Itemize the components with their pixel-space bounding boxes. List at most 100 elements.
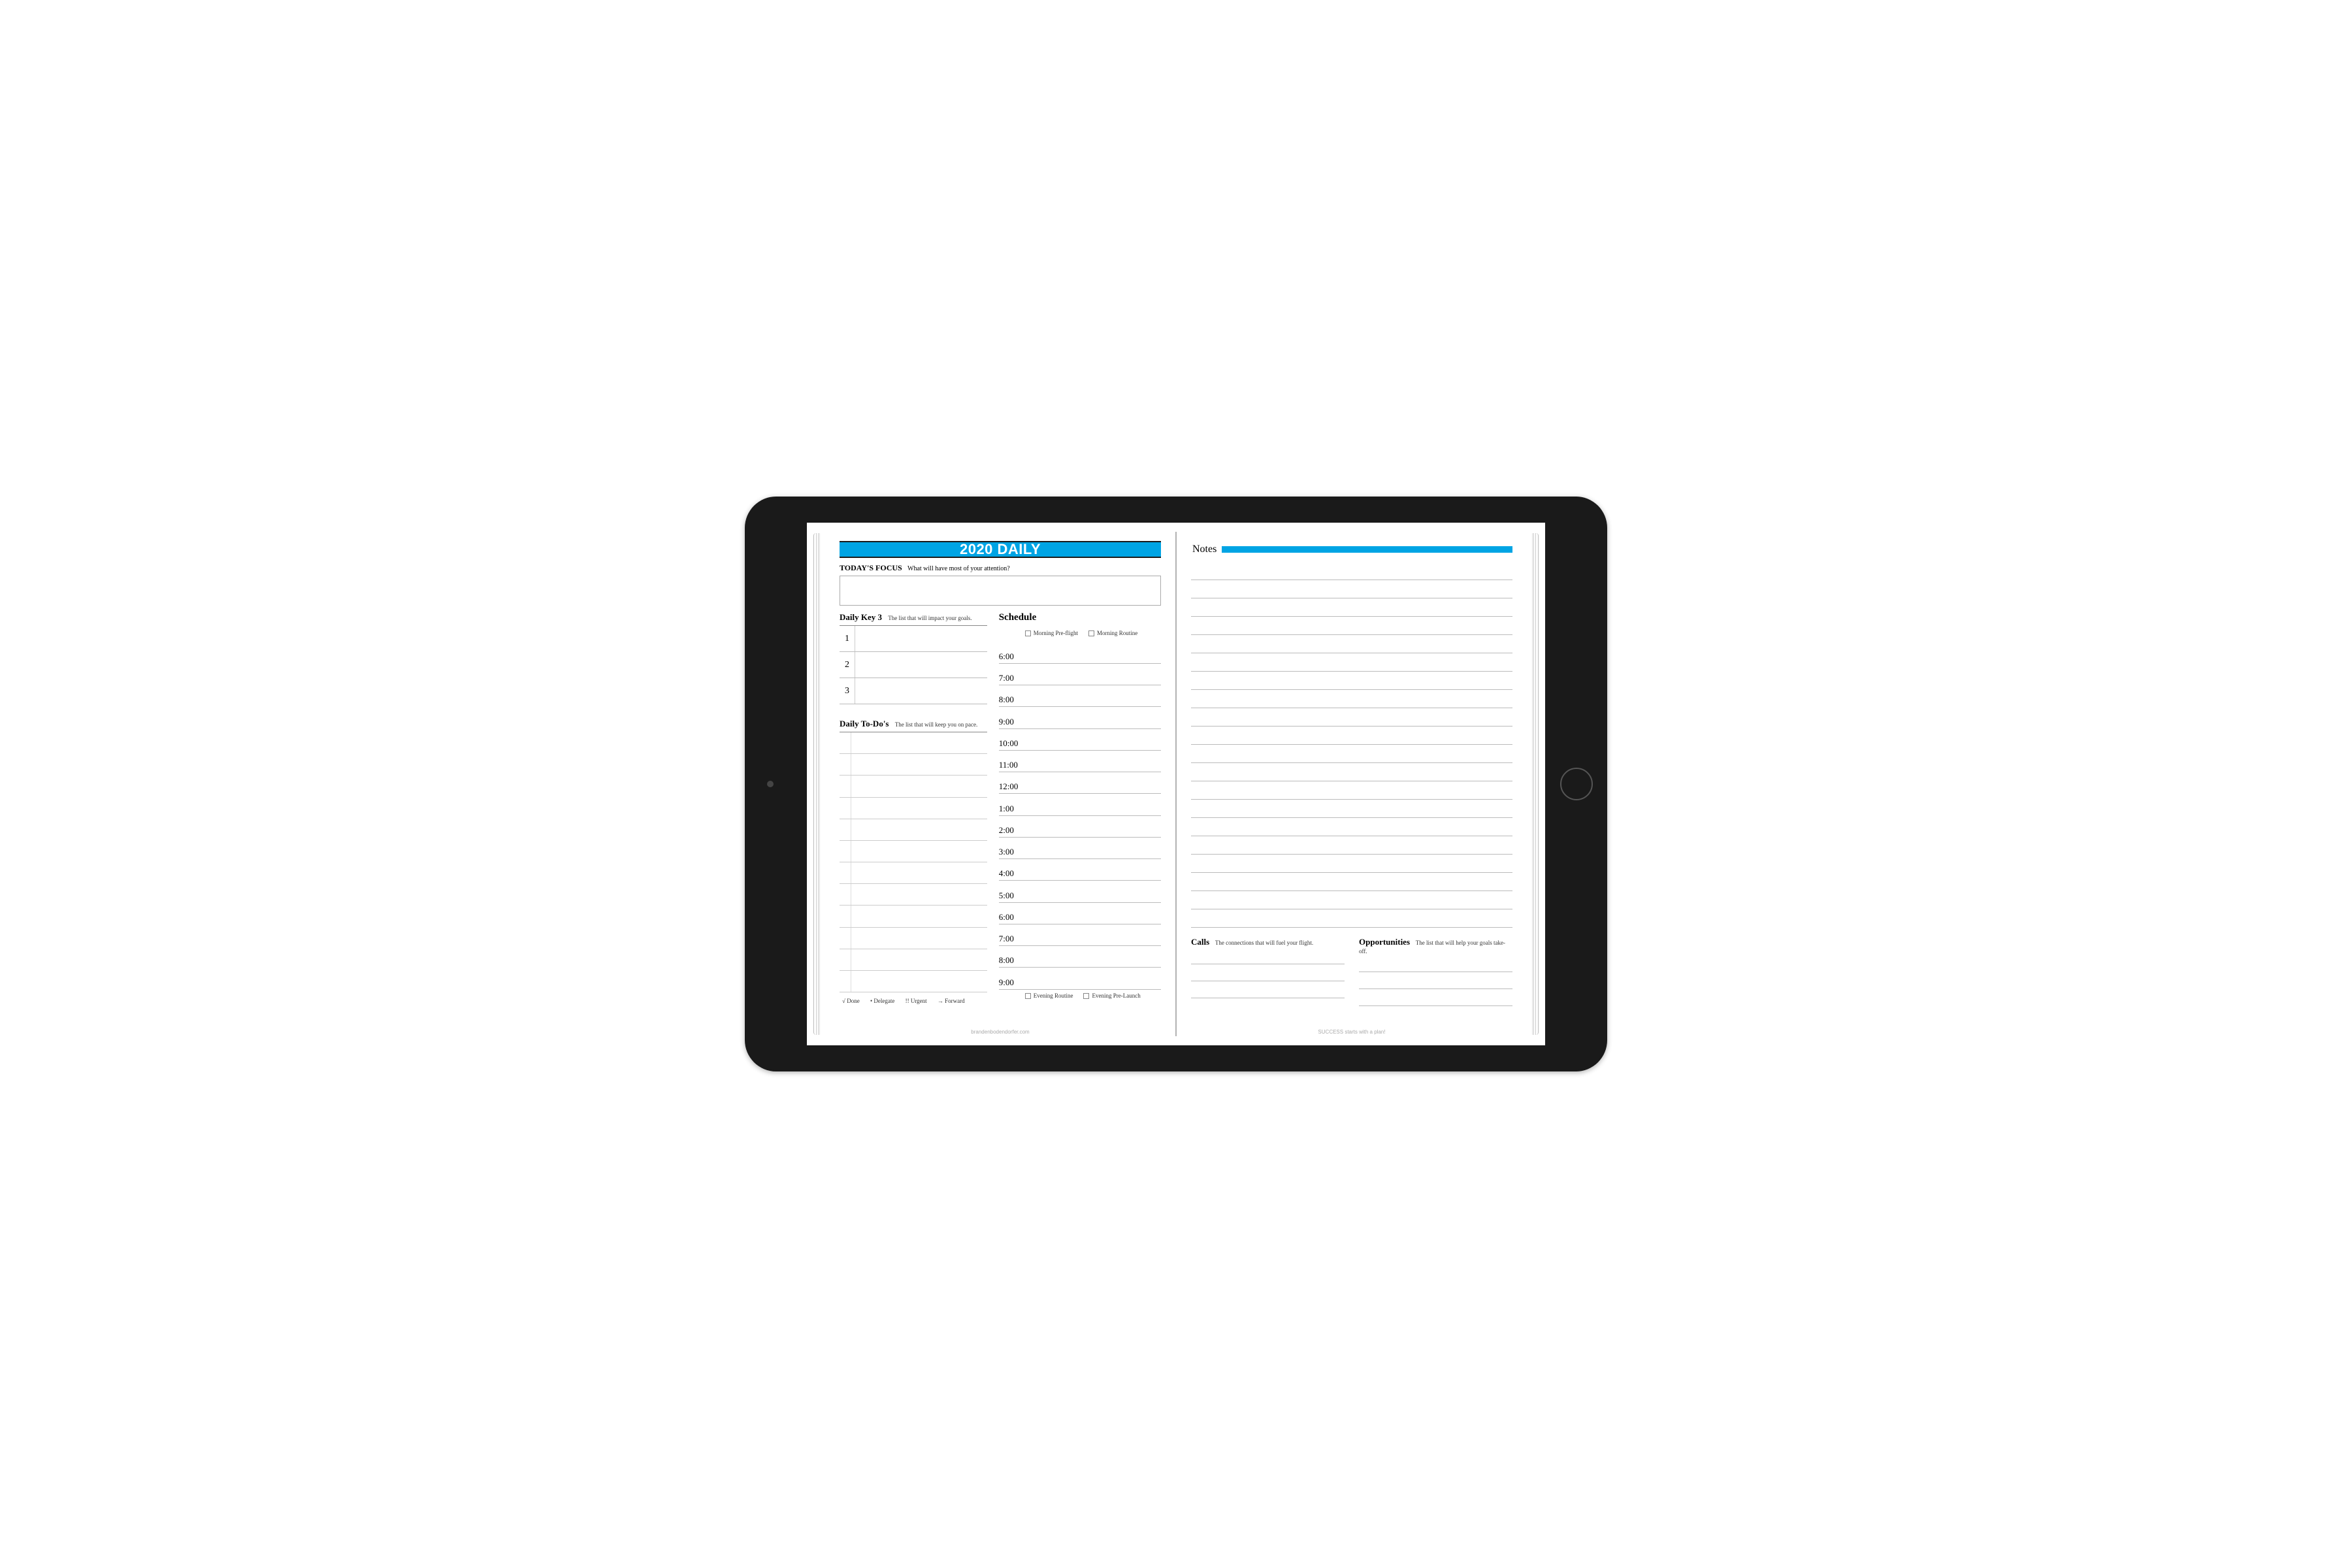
todo-row[interactable] — [840, 798, 987, 819]
todo-row[interactable] — [840, 862, 987, 884]
schedule-row[interactable]: 7:00 — [999, 924, 1161, 946]
opps-line[interactable] — [1359, 955, 1512, 972]
schedule-row[interactable]: 5:00 — [999, 881, 1161, 902]
todo-row[interactable] — [840, 928, 987, 949]
schedule-row[interactable]: 3:00 — [999, 838, 1161, 859]
note-line[interactable] — [1191, 800, 1512, 818]
todo-mark-cell[interactable] — [840, 906, 851, 926]
key3-row[interactable]: 2 — [840, 652, 987, 678]
note-line[interactable] — [1191, 727, 1512, 745]
note-line[interactable] — [1191, 653, 1512, 672]
checkbox-icon[interactable] — [1025, 993, 1031, 999]
schedule-row[interactable]: 8:00 — [999, 946, 1161, 968]
schedule-row[interactable]: 8:00 — [999, 685, 1161, 707]
todo-row[interactable] — [840, 906, 987, 927]
schedule-row[interactable]: 6:00 — [999, 903, 1161, 924]
opps-line[interactable] — [1359, 972, 1512, 989]
calls-line[interactable] — [1191, 981, 1345, 998]
key3-number: 1 — [840, 626, 855, 651]
footer-right: SUCCESS starts with a plan! — [1177, 1029, 1527, 1035]
todo-row[interactable] — [840, 841, 987, 862]
todo-row[interactable] — [840, 819, 987, 841]
note-lines[interactable] — [1191, 562, 1512, 928]
schedule-row[interactable]: 9:00 — [999, 968, 1161, 989]
page-stack-right — [1532, 533, 1539, 1035]
footer-left: brandenbodendorfer.com — [825, 1029, 1175, 1035]
checkbox-icon[interactable] — [1025, 630, 1031, 636]
todo-mark-cell[interactable] — [840, 798, 851, 819]
legend-done: √ Done — [842, 998, 860, 1004]
todo-mark-cell[interactable] — [840, 884, 851, 905]
note-line[interactable] — [1191, 836, 1512, 855]
todo-mark-cell[interactable] — [840, 732, 851, 753]
page-right: Notes Calls The connections that will fu… — [1177, 532, 1527, 1036]
note-line[interactable] — [1191, 562, 1512, 580]
calls-label: Calls — [1191, 937, 1209, 947]
note-line[interactable] — [1191, 617, 1512, 635]
todo-mark-cell[interactable] — [840, 949, 851, 970]
schedule-top-checkbox[interactable]: Morning Pre-flight — [1025, 630, 1078, 636]
todo-sub: The list that will keep you on pace. — [895, 721, 977, 728]
key3-row[interactable]: 3 — [840, 678, 987, 704]
note-line[interactable] — [1191, 909, 1512, 928]
todo-mark-cell[interactable] — [840, 754, 851, 775]
note-line[interactable] — [1191, 818, 1512, 836]
opps-line[interactable] — [1359, 989, 1512, 1006]
todo-row[interactable] — [840, 949, 987, 971]
key3-row[interactable]: 1 — [840, 626, 987, 652]
todo-mark-cell[interactable] — [840, 819, 851, 840]
calls-section: Calls The connections that will fuel you… — [1191, 937, 1345, 1006]
todo-mark-cell[interactable] — [840, 928, 851, 949]
schedule-row[interactable]: 6:00 — [999, 642, 1161, 663]
schedule-top-checkbox[interactable]: Morning Routine — [1088, 630, 1137, 636]
focus-input-box[interactable] — [840, 576, 1161, 606]
schedule-row[interactable]: 2:00 — [999, 816, 1161, 838]
schedule-row[interactable]: 1:00 — [999, 794, 1161, 815]
note-line[interactable] — [1191, 873, 1512, 891]
todo-row[interactable] — [840, 776, 987, 797]
schedule-row[interactable]: 10:00 — [999, 729, 1161, 751]
note-line[interactable] — [1191, 708, 1512, 727]
calls-line[interactable] — [1191, 947, 1345, 964]
todo-mark-cell[interactable] — [840, 841, 851, 862]
schedule-row[interactable]: 12:00 — [999, 772, 1161, 794]
daily-title-bar: 2020 DAILY — [840, 541, 1161, 558]
screen: 2020 DAILY TODAY'S FOCUS What will have … — [807, 523, 1545, 1045]
schedule-bottom-checkbox[interactable]: Evening Pre-Launch — [1083, 992, 1140, 999]
note-line[interactable] — [1191, 690, 1512, 708]
todo-mark-cell[interactable] — [840, 862, 851, 883]
note-line[interactable] — [1191, 580, 1512, 598]
key3-number: 2 — [840, 652, 855, 678]
note-line[interactable] — [1191, 781, 1512, 800]
todo-mark-cell[interactable] — [840, 971, 851, 992]
legend-urgent: !! Urgent — [906, 998, 927, 1004]
daily-todos: Daily To-Do's The list that will keep yo… — [840, 719, 987, 1004]
note-line[interactable] — [1191, 891, 1512, 909]
note-line[interactable] — [1191, 745, 1512, 763]
checkbox-icon[interactable] — [1083, 993, 1089, 999]
home-button[interactable] — [1560, 768, 1593, 800]
todo-label: Daily To-Do's — [840, 719, 889, 728]
daily-key3: Daily Key 3 The list that will impact yo… — [840, 612, 987, 704]
schedule-row[interactable]: 9:00 — [999, 707, 1161, 728]
note-line[interactable] — [1191, 635, 1512, 653]
todo-row[interactable] — [840, 884, 987, 906]
note-line[interactable] — [1191, 855, 1512, 873]
checkbox-icon[interactable] — [1088, 630, 1094, 636]
calls-line[interactable] — [1191, 964, 1345, 981]
schedule-row[interactable]: 11:00 — [999, 751, 1161, 772]
todo-row[interactable] — [840, 971, 987, 992]
key3-number: 3 — [840, 678, 855, 704]
schedule-row[interactable]: 7:00 — [999, 664, 1161, 685]
todo-row[interactable] — [840, 732, 987, 754]
todo-row[interactable] — [840, 754, 987, 776]
schedule-row[interactable]: 4:00 — [999, 859, 1161, 881]
todo-mark-cell[interactable] — [840, 776, 851, 796]
schedule-bottom-checkbox[interactable]: Evening Routine — [1025, 992, 1073, 999]
calls-sub: The connections that will fuel your flig… — [1215, 939, 1313, 946]
note-line[interactable] — [1191, 763, 1512, 781]
notes-label: Notes — [1191, 544, 1222, 555]
note-line[interactable] — [1191, 672, 1512, 690]
notes-blue-bar — [1222, 546, 1512, 553]
note-line[interactable] — [1191, 598, 1512, 617]
